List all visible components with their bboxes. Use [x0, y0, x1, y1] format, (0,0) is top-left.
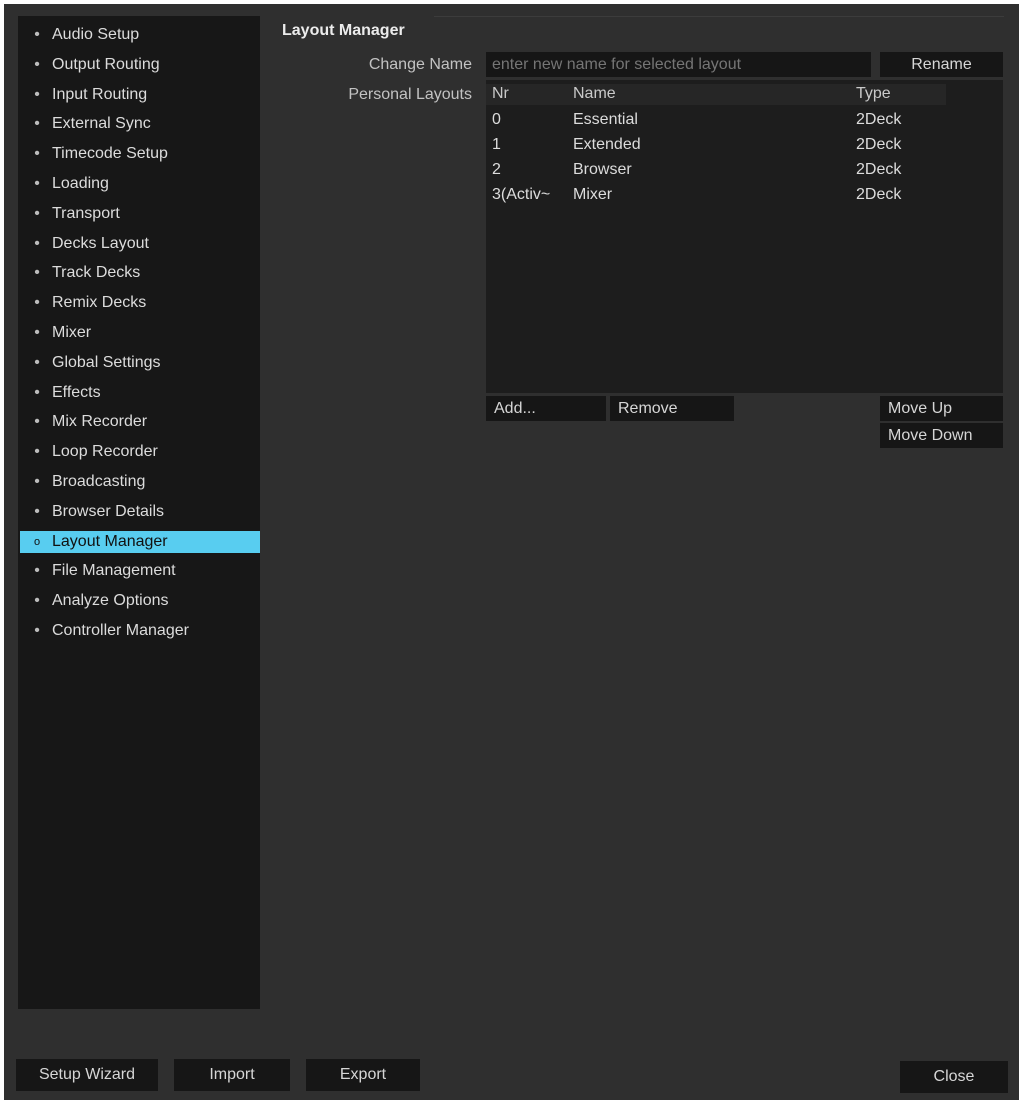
- cell-name: Mixer: [573, 186, 613, 203]
- layout-manager-panel: Layout Manager Change Name Rename Person…: [4, 4, 1019, 1100]
- table-row[interactable]: 3(Activ~ Mixer 2Deck: [486, 183, 1003, 207]
- column-header-type[interactable]: Type: [856, 84, 891, 104]
- rename-button[interactable]: Rename: [880, 52, 1003, 77]
- layouts-table: Nr Name Type 0 Essential 2Deck 1 Extended 2De…: [486, 80, 1003, 393]
- close-button[interactable]: Close: [900, 1061, 1008, 1093]
- cell-type: 2Deck: [856, 161, 902, 178]
- cell-nr: 0: [492, 111, 501, 128]
- page-title: Layout Manager: [282, 22, 405, 39]
- move-down-button[interactable]: Move Down: [880, 423, 1003, 448]
- cell-type: 2Deck: [856, 136, 902, 153]
- column-header-name[interactable]: Name: [573, 84, 616, 104]
- cell-nr: 2: [492, 161, 501, 178]
- personal-layouts-label: Personal Layouts: [348, 86, 472, 103]
- table-row[interactable]: 1 Extended 2Deck: [486, 133, 1003, 157]
- cell-type: 2Deck: [856, 186, 902, 203]
- cell-nr: 1: [492, 136, 501, 153]
- cell-name: Browser: [573, 161, 632, 178]
- cell-name: Extended: [573, 136, 641, 153]
- cell-nr: 3(Activ~: [492, 186, 551, 203]
- move-up-button[interactable]: Move Up: [880, 396, 1003, 421]
- cell-type: 2Deck: [856, 111, 902, 128]
- cell-name: Essential: [573, 111, 638, 128]
- table-row[interactable]: 2 Browser 2Deck: [486, 158, 1003, 182]
- table-row[interactable]: 0 Essential 2Deck: [486, 108, 1003, 132]
- setup-wizard-button[interactable]: Setup Wizard: [16, 1059, 158, 1091]
- column-header-nr[interactable]: Nr: [492, 84, 509, 104]
- remove-layout-button[interactable]: Remove: [610, 396, 734, 421]
- layout-name-input[interactable]: [486, 52, 871, 77]
- change-name-label: Change Name: [368, 56, 472, 73]
- preferences-window: • Audio Setup • Output Routing • Input Routin…: [4, 4, 1019, 1100]
- export-button[interactable]: Export: [306, 1059, 420, 1091]
- table-header: Nr Name Type: [486, 84, 946, 105]
- import-button[interactable]: Import: [174, 1059, 290, 1091]
- title-divider: [434, 16, 1004, 17]
- add-layout-button[interactable]: Add...: [486, 396, 606, 421]
